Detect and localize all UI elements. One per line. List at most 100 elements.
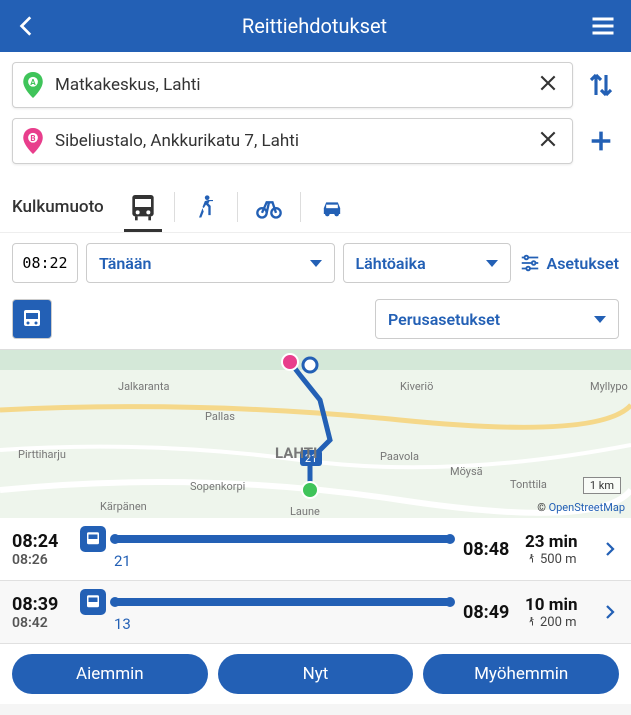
result-depart-secondary: 08:26: [12, 552, 70, 568]
search-area: A B: [0, 52, 631, 180]
pin-a-icon: A: [23, 72, 43, 98]
svg-text:Sopenkorpi: Sopenkorpi: [190, 480, 245, 493]
swap-icon: [586, 70, 616, 100]
add-via-button[interactable]: [583, 127, 619, 155]
mode-bike[interactable]: [244, 186, 294, 228]
options-row: 08:22 Tänään Lähtöaika Asetukset: [0, 232, 631, 293]
progress-bar: [112, 598, 453, 606]
origin-input-wrap: A: [12, 62, 573, 108]
destination-input-wrap: B: [12, 118, 573, 164]
osm-link[interactable]: OpenStreetMap: [549, 501, 625, 514]
footer-nav: Aiemmin Nyt Myöhemmin: [0, 644, 631, 704]
svg-text:A: A: [30, 77, 36, 87]
walk-icon: [192, 193, 220, 221]
map-scale: 1 km: [583, 477, 621, 494]
svg-text:Tonttila: Tonttila: [510, 478, 547, 491]
date-dropdown[interactable]: Tänään: [86, 243, 335, 283]
chevron-right-icon: [601, 598, 619, 626]
mode-row: Kulkumuoto: [0, 180, 631, 232]
date-label: Tänään: [99, 254, 151, 273]
arrow-left-icon: [14, 13, 40, 39]
map-canvas: 21 Jalkaranta Kiveriö Pallas Pirttiharju…: [0, 350, 631, 518]
svg-text:Myllypo: Myllypo: [590, 380, 628, 393]
origin-input[interactable]: [55, 75, 534, 95]
progress-bar: [112, 535, 453, 543]
result-depart: 08:39: [12, 594, 70, 615]
svg-text:Paavola: Paavola: [380, 450, 419, 463]
svg-text:Kiveriö: Kiveriö: [400, 380, 433, 393]
separator: [300, 192, 301, 222]
walk-icon: [525, 615, 537, 629]
bus-badge: [80, 589, 106, 615]
chevron-down-icon: [310, 260, 322, 267]
separator: [237, 192, 238, 222]
walk-icon: [525, 552, 537, 566]
result-bar: 13: [80, 591, 453, 633]
swap-button[interactable]: [583, 70, 619, 100]
bus-badge: [80, 526, 106, 552]
close-icon: [538, 73, 558, 93]
bus-icon: [84, 593, 102, 611]
result-meta: 10 min 200 m: [525, 595, 591, 630]
svg-text:B: B: [30, 133, 35, 143]
result-depart: 08:24: [12, 531, 70, 552]
mode-transit[interactable]: [118, 186, 168, 228]
plus-icon: [587, 127, 615, 155]
chevron-down-icon: [594, 316, 606, 323]
hamburger-icon: [589, 12, 617, 40]
result-walk: 500 m: [525, 552, 591, 567]
result-walk: 200 m: [525, 615, 591, 630]
depart-dropdown[interactable]: Lähtöaika: [343, 243, 511, 283]
menu-button[interactable]: [589, 12, 617, 40]
app-header: Reittiehdotukset: [0, 0, 631, 52]
mode-car[interactable]: [307, 186, 357, 228]
later-button[interactable]: Myöhemmin: [423, 654, 619, 694]
svg-text:Jalkaranta: Jalkaranta: [118, 380, 169, 393]
result-line: 21: [114, 552, 453, 570]
clear-origin-button[interactable]: [534, 71, 562, 99]
bus-icon: [20, 307, 44, 331]
destination-row: B: [12, 118, 619, 164]
car-icon: [316, 193, 348, 221]
transit-filter-button[interactable]: [12, 299, 52, 339]
mode-label: Kulkumuoto: [12, 197, 104, 217]
basic-settings-dropdown[interactable]: Perusasetukset: [375, 299, 619, 339]
clear-destination-button[interactable]: [534, 127, 562, 155]
bus-icon: [84, 530, 102, 548]
result-depart-secondary: 08:42: [12, 615, 70, 631]
pin-b-icon: B: [23, 128, 43, 154]
destination-input[interactable]: [55, 131, 534, 151]
result-times: 08:39 08:42: [12, 594, 70, 631]
now-button[interactable]: Nyt: [218, 654, 414, 694]
result-duration: 10 min: [525, 595, 591, 615]
results-list: 08:24 08:26 21 08:48 23 min 500 m 08:39 …: [0, 518, 631, 644]
mode-walk[interactable]: [181, 186, 231, 228]
depart-label: Lähtöaika: [356, 254, 426, 273]
result-arrive: 08:49: [463, 602, 515, 623]
settings-label: Asetukset: [547, 254, 619, 273]
earlier-button[interactable]: Aiemmin: [12, 654, 208, 694]
svg-text:Pallas: Pallas: [205, 410, 235, 423]
result-item[interactable]: 08:24 08:26 21 08:48 23 min 500 m: [0, 518, 631, 581]
result-line: 13: [114, 615, 453, 633]
sliders-icon: [519, 252, 541, 274]
map-attribution: © OpenStreetMap: [537, 501, 625, 514]
result-item[interactable]: 08:39 08:42 13 08:49 10 min 200 m: [0, 581, 631, 644]
separator: [174, 192, 175, 222]
chevron-down-icon: [486, 260, 498, 267]
page-title: Reittiehdotukset: [242, 14, 387, 38]
svg-text:Kärpänen: Kärpänen: [100, 500, 147, 513]
route-map[interactable]: 21 Jalkaranta Kiveriö Pallas Pirttiharju…: [0, 350, 631, 518]
time-input[interactable]: 08:22: [12, 243, 78, 283]
result-duration: 23 min: [525, 532, 591, 552]
svg-text:Pirttiharju: Pirttiharju: [18, 448, 66, 461]
svg-text:Möysä: Möysä: [450, 465, 483, 478]
chevron-right-icon: [601, 535, 619, 563]
origin-row: A: [12, 62, 619, 108]
back-button[interactable]: [14, 13, 40, 39]
result-meta: 23 min 500 m: [525, 532, 591, 567]
basic-settings-label: Perusasetukset: [388, 310, 500, 329]
bus-icon: [127, 191, 159, 223]
settings-button[interactable]: Asetukset: [519, 252, 619, 274]
svg-text:LAHTI: LAHTI: [275, 444, 317, 462]
